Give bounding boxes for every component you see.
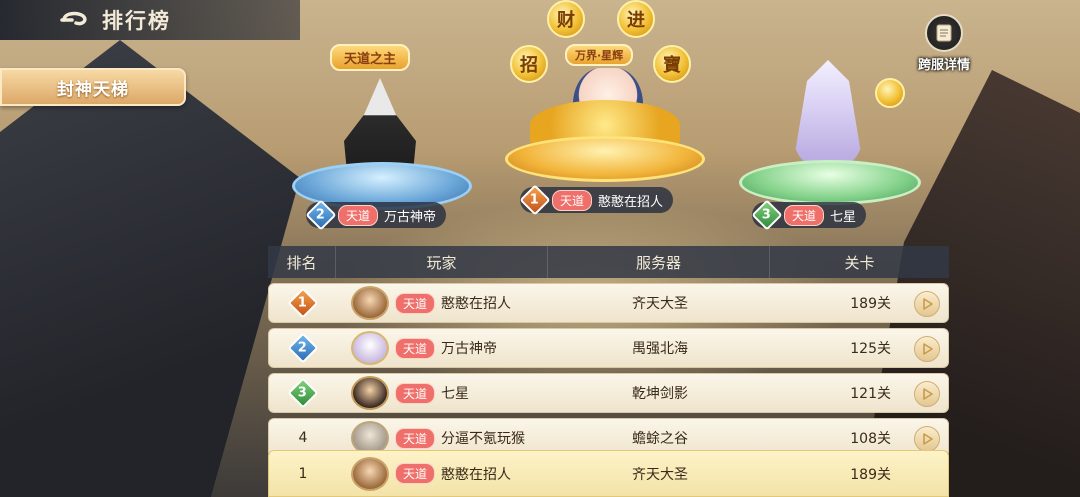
- row-server: 蟾蜍之谷: [632, 431, 688, 447]
- character-figure-third: [793, 60, 863, 165]
- avatar: [351, 376, 389, 410]
- title-tag: 天道: [395, 427, 436, 449]
- player-name: 万古神帝: [384, 209, 437, 225]
- back-icon[interactable]: [60, 9, 94, 31]
- podium-nameplate-third: 3 天道 七星: [751, 199, 867, 231]
- player-name: 分逼不氪玩猴: [441, 431, 526, 447]
- title-ribbon-second: 天道之主: [330, 44, 411, 71]
- row-player: 天道 憨憨在招人: [337, 286, 549, 320]
- row-rank: 4: [298, 430, 308, 446]
- podium-nameplate-second: 2 天道 万古神帝: [305, 199, 447, 231]
- play-icon: [923, 298, 933, 310]
- pedestal-gold: [505, 136, 705, 182]
- podium-nameplate-first: 1 天道 憨憨在招人: [519, 184, 674, 216]
- header-rank: 排名: [268, 246, 336, 278]
- header-player: 玩家: [336, 246, 548, 278]
- coin-cai: 财: [547, 0, 585, 38]
- tab-fengshen-ladder[interactable]: 封神天梯: [0, 68, 186, 106]
- rank-badge-2: 2: [287, 332, 319, 364]
- table-row[interactable]: 2 天道 万古神帝 禺强北海 125关: [268, 328, 949, 368]
- row-rank: 2: [269, 332, 337, 364]
- pedestal-green: [739, 160, 921, 205]
- title-tag: 天道: [784, 204, 825, 226]
- player-name: 七星: [441, 386, 470, 402]
- ranking-table: 排名 玩家 服务器 关卡 1 天道 憨憨在招人 齐天大圣 189关 2 天道 万…: [268, 246, 949, 458]
- play-icon: [923, 433, 933, 445]
- replay-button[interactable]: [914, 426, 940, 452]
- row-player: 天道 憨憨在招人: [337, 456, 549, 491]
- page-title: 排行榜: [102, 9, 171, 33]
- row-player: 天道 万古神帝: [337, 331, 549, 365]
- player-name: 万古神帝: [441, 341, 498, 357]
- coin-zhao: 招: [510, 45, 548, 83]
- row-rank: 1: [298, 465, 308, 482]
- avatar: [351, 286, 389, 320]
- header-level: 关卡: [844, 253, 875, 272]
- title-tag: 天道: [395, 463, 436, 484]
- replay-button[interactable]: [914, 336, 940, 362]
- row-level: 108关: [850, 431, 891, 447]
- table-row[interactable]: 3 天道 七星 乾坤剑影 121关: [268, 373, 949, 413]
- scroll-icon: [925, 14, 963, 52]
- row-rank: 1: [269, 287, 337, 319]
- title-tag: 天道: [395, 382, 436, 404]
- row-level: 121关: [850, 386, 891, 402]
- rank-badge-1: 1: [287, 287, 319, 319]
- coin-jin: 进: [617, 0, 655, 38]
- row-server: 禺强北海: [632, 341, 688, 357]
- title-ribbon-first: 万界·星辉: [565, 44, 634, 66]
- row-level: 125关: [850, 341, 891, 357]
- coin-bao: 寶: [653, 45, 691, 83]
- title-tag: 天道: [395, 292, 436, 314]
- avatar: [351, 456, 389, 491]
- row-level: 189关: [850, 296, 891, 312]
- row-player: 天道 七星: [337, 376, 549, 410]
- row-server: 乾坤剑影: [632, 386, 688, 402]
- player-name: 憨憨在招人: [441, 296, 512, 312]
- avatar: [351, 331, 389, 365]
- player-name: 憨憨在招人: [441, 466, 512, 483]
- cross-server-label: 跨服详情: [917, 58, 970, 73]
- play-icon: [923, 343, 933, 355]
- row-server: 齐天大圣: [632, 466, 688, 483]
- replay-button[interactable]: [914, 381, 940, 407]
- player-name: 憨憨在招人: [598, 194, 664, 210]
- row-level: 189关: [850, 466, 891, 483]
- header-server: 服务器: [548, 246, 770, 278]
- my-rank-row[interactable]: 1 天道 憨憨在招人 齐天大圣 189关: [268, 450, 949, 497]
- title-tag: 天道: [552, 189, 593, 211]
- title-tag: 天道: [338, 204, 379, 226]
- replay-button[interactable]: [914, 291, 940, 317]
- table-header: 排名 玩家 服务器 关卡: [268, 246, 949, 278]
- background-mountain-left: [0, 40, 300, 497]
- row-rank: 3: [269, 377, 337, 409]
- table-row[interactable]: 1 天道 憨憨在招人 齐天大圣 189关: [268, 283, 949, 323]
- podium-first[interactable]: 招 财 进 寶 万界·星辉: [495, 0, 715, 190]
- row-server: 齐天大圣: [632, 296, 688, 312]
- player-name: 七星: [830, 209, 857, 225]
- title-tag: 天道: [395, 337, 436, 359]
- rank-badge-3: 3: [287, 377, 319, 409]
- top-bar: 排行榜: [0, 0, 300, 40]
- play-icon: [923, 388, 933, 400]
- gold-orb-icon: [875, 78, 905, 108]
